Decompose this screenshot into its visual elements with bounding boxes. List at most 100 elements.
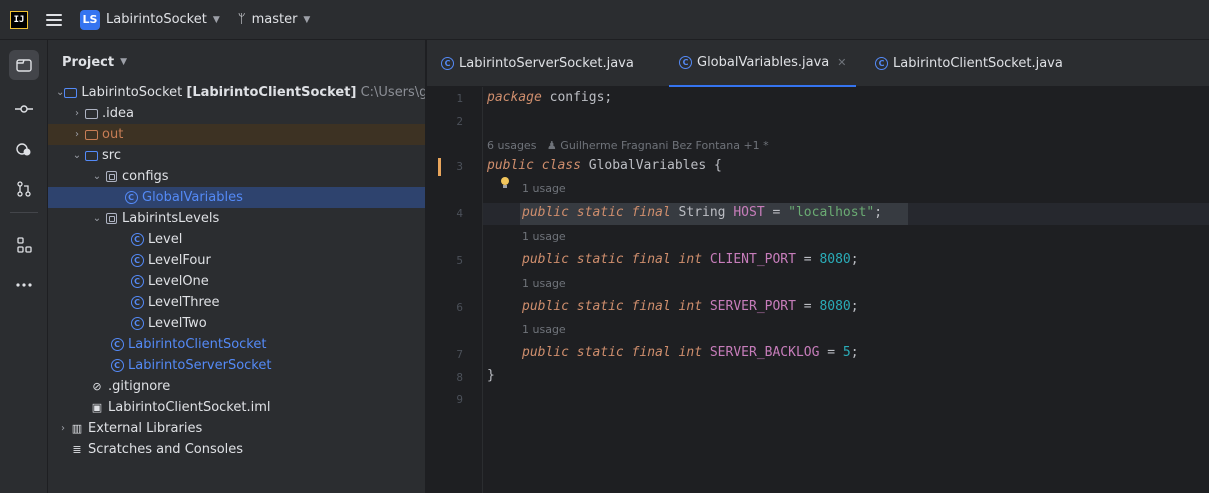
- chevron-down-icon[interactable]: ⌄: [70, 150, 84, 161]
- project-badge[interactable]: LS: [80, 9, 100, 30]
- chevron-down-icon[interactable]: ▼: [303, 15, 310, 25]
- tree-item-levelthree[interactable]: C LevelThree: [48, 292, 425, 313]
- line-number: 7: [456, 348, 463, 361]
- tool-window-strip: [0, 40, 48, 493]
- tree-label: LabirintoSocket: [81, 85, 183, 100]
- branch-icon[interactable]: ᛘ: [238, 12, 246, 27]
- folder-icon: [84, 128, 98, 142]
- ignore-file-icon: ⊘: [92, 380, 102, 393]
- class-icon: C: [130, 317, 144, 331]
- tree-label: LevelFour: [148, 253, 211, 268]
- tree-label: LabirintoServerSocket: [128, 358, 272, 373]
- tree-label: GlobalVariables: [142, 190, 243, 205]
- code-line: public static final String HOST = "local…: [522, 205, 883, 220]
- tree-label: .idea: [102, 106, 134, 121]
- tab-labirintoclientsocket[interactable]: C LabirintoClientSocket.java: [875, 40, 1063, 87]
- tree-item-labirintoserversocket[interactable]: C LabirintoServerSocket: [48, 355, 425, 376]
- tree-item-gitignore[interactable]: ⊘ .gitignore: [48, 376, 425, 397]
- tree-item-globalvariables[interactable]: C GlobalVariables: [48, 187, 425, 208]
- scratches-icon: ≣: [72, 443, 82, 456]
- tree-label: LabirintoClientSocket.iml: [108, 400, 271, 415]
- plugins-icon[interactable]: [9, 134, 39, 164]
- tree-item-external-libraries[interactable]: › ▥ External Libraries: [48, 418, 425, 439]
- tree-item-levelone[interactable]: C LevelOne: [48, 271, 425, 292]
- tree-label: .gitignore: [108, 379, 171, 394]
- folder-icon: [84, 107, 98, 121]
- project-switcher[interactable]: LabirintoSocket: [106, 12, 207, 27]
- tree-item-src[interactable]: ⌄ src: [48, 145, 425, 166]
- tree-item-configs[interactable]: ⌄ configs: [48, 166, 425, 187]
- structure-icon[interactable]: [9, 230, 39, 260]
- line-number: 2: [456, 115, 463, 128]
- close-icon[interactable]: ✕: [837, 56, 846, 69]
- tree-item-out[interactable]: › out: [48, 124, 425, 145]
- gutter-divider: [482, 87, 483, 493]
- inlay-hint-usage[interactable]: 1 usage: [522, 323, 566, 336]
- chevron-right-icon[interactable]: ›: [70, 129, 84, 140]
- tree-label: Scratches and Consoles: [88, 442, 244, 457]
- tree-item-level[interactable]: C Level: [48, 229, 425, 250]
- project-view-icon[interactable]: [9, 50, 39, 80]
- tree-item-idea[interactable]: › .idea: [48, 103, 425, 124]
- module-file-icon: ▣: [91, 401, 103, 414]
- code-line: }: [487, 368, 495, 383]
- tree-label: LabirintsLevels: [122, 211, 220, 226]
- tab-globalvariables[interactable]: C GlobalVariables.java ✕: [669, 40, 857, 87]
- inlay-hint-usage[interactable]: 1 usage: [522, 230, 566, 243]
- chevron-down-icon[interactable]: ▼: [213, 15, 220, 25]
- project-panel-header[interactable]: Project ▼: [48, 40, 425, 84]
- tree-label: src: [102, 148, 121, 163]
- class-icon: C: [679, 56, 692, 69]
- source-folder-icon: [84, 149, 98, 163]
- line-number: 5: [456, 254, 463, 267]
- vcs-change-marker[interactable]: [438, 158, 441, 176]
- more-icon[interactable]: [9, 270, 39, 300]
- chevron-down-icon[interactable]: ⌄: [90, 171, 104, 182]
- tree-item-leveltwo[interactable]: C LevelTwo: [48, 313, 425, 334]
- tab-label: GlobalVariables.java: [697, 55, 830, 70]
- project-tool-window: Project ▼ ⌄ LabirintoSocket [LabirintoCl…: [48, 40, 426, 493]
- class-icon: C: [124, 191, 138, 205]
- line-number: 4: [456, 207, 463, 220]
- code-line: public static final int CLIENT_PORT = 80…: [522, 252, 859, 267]
- branch-switcher[interactable]: master: [252, 12, 298, 27]
- inlay-hint-usage[interactable]: 1 usage: [522, 182, 566, 195]
- project-panel-title: Project: [62, 54, 115, 70]
- pull-requests-icon[interactable]: [9, 174, 39, 204]
- inlay-hint-class[interactable]: 6 usages ♟ Guilherme Fragnani Bez Fontan…: [487, 139, 769, 152]
- tree-item-iml[interactable]: ▣ LabirintoClientSocket.iml: [48, 397, 425, 418]
- tree-label: LevelTwo: [148, 316, 207, 331]
- toolstrip-divider: [10, 212, 38, 213]
- class-icon: C: [130, 233, 144, 247]
- chevron-down-icon[interactable]: ▼: [120, 57, 127, 67]
- line-number: 3: [456, 160, 463, 173]
- inlay-hint-usage[interactable]: 1 usage: [522, 277, 566, 290]
- chevron-down-icon[interactable]: ⌄: [90, 213, 104, 224]
- module-icon: [64, 86, 78, 100]
- class-icon: C: [875, 57, 888, 70]
- line-number: 9: [456, 393, 463, 406]
- tree-label: out: [102, 127, 124, 142]
- chevron-right-icon[interactable]: ›: [70, 108, 84, 119]
- code-editor[interactable]: 1 2 3 4 5 6 7 8 9 package configs; 6 usa…: [427, 87, 1209, 493]
- tree-item-labirintslevels[interactable]: ⌄ LabirintsLevels: [48, 208, 425, 229]
- intellij-logo-icon: IJ: [10, 10, 28, 29]
- code-line: package configs;: [487, 90, 613, 105]
- tab-label: LabirintoServerSocket.java: [459, 56, 634, 71]
- tab-labirintoserversocket[interactable]: C LabirintoServerSocket.java: [441, 40, 634, 87]
- chevron-down-icon[interactable]: ⌄: [56, 87, 64, 98]
- lightbulb-icon[interactable]: [500, 177, 510, 189]
- tree-module-suffix: [LabirintoClientSocket]: [186, 85, 357, 100]
- tree-label: configs: [122, 169, 169, 184]
- title-bar: IJ LS LabirintoSocket ▼ ᛘ master ▼: [0, 0, 1209, 40]
- tree-item-levelfour[interactable]: C LevelFour: [48, 250, 425, 271]
- tab-label: LabirintoClientSocket.java: [893, 56, 1063, 71]
- tree-label: LevelOne: [148, 274, 209, 289]
- class-icon: C: [441, 57, 454, 70]
- tree-item-scratches[interactable]: ≣ Scratches and Consoles: [48, 439, 425, 460]
- commit-icon[interactable]: [9, 94, 39, 124]
- tree-item-labirintoclientsocket[interactable]: C LabirintoClientSocket: [48, 334, 425, 355]
- main-menu-icon[interactable]: [46, 13, 62, 26]
- chevron-right-icon[interactable]: ›: [56, 423, 70, 434]
- tree-item-root[interactable]: ⌄ LabirintoSocket [LabirintoClientSocket…: [48, 82, 425, 103]
